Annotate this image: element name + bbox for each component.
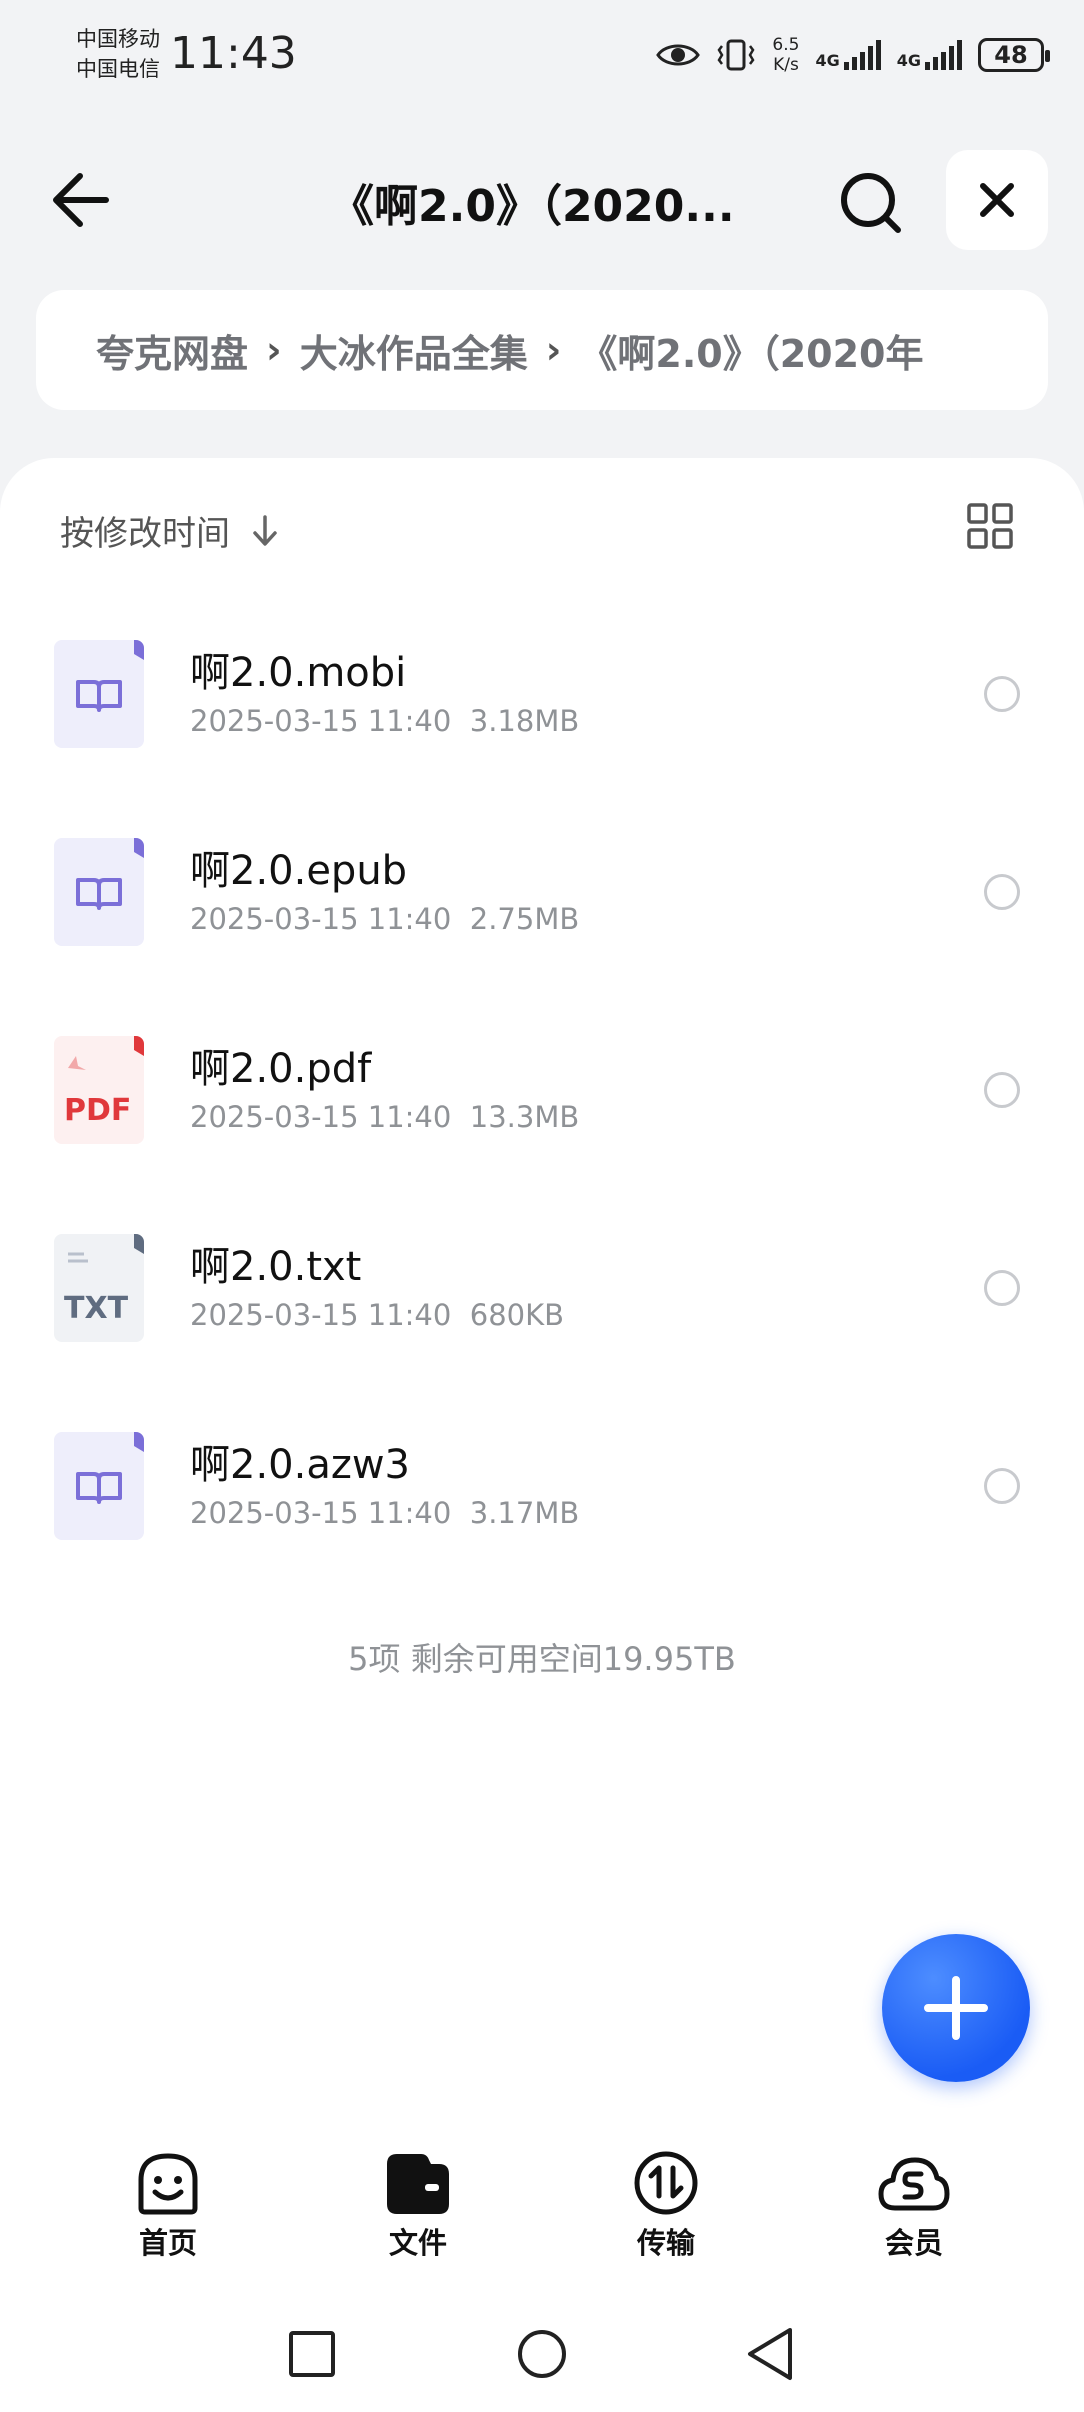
file-name: 啊2.0.azw3	[190, 1442, 410, 1488]
file-meta: 2025-03-15 11:40 2.75MB	[190, 902, 580, 936]
battery-indicator: 48	[978, 38, 1050, 72]
clock: 11:43	[170, 28, 297, 79]
close-icon	[980, 183, 1014, 217]
select-checkbox[interactable]	[984, 1468, 1020, 1504]
plus-icon	[924, 1976, 988, 2040]
breadcrumb-item-current[interactable]: 《啊2.0》（2020年	[579, 323, 923, 378]
cloud-s-icon	[878, 2157, 950, 2211]
chevron-right-icon: ›	[545, 328, 562, 372]
txt-file-icon: TXT	[54, 1234, 144, 1342]
signal-1: 4G	[815, 40, 881, 70]
search-button[interactable]	[836, 168, 908, 240]
file-name: 啊2.0.pdf	[190, 1046, 372, 1092]
ebook-file-icon	[54, 838, 144, 946]
svg-text:PDF: PDF	[64, 1093, 131, 1128]
back-arrow-icon	[53, 173, 109, 227]
search-icon	[841, 173, 901, 233]
ebook-file-icon	[54, 1432, 144, 1540]
signal-2: 4G	[897, 40, 962, 70]
nav-label: 文件	[388, 2226, 447, 2260]
close-button[interactable]	[946, 150, 1048, 250]
svg-text:TXT: TXT	[64, 1291, 129, 1326]
carrier-1: 中国移动	[76, 27, 160, 51]
breadcrumb: 夸克网盘 › 大冰作品全集 › 《啊2.0》（2020年	[36, 290, 1048, 410]
file-list-panel: 按修改时间 啊2.0.mobi 2025-03-15 11:40 3.18MB …	[0, 458, 1084, 2412]
add-button[interactable]	[882, 1934, 1030, 2082]
carrier-2: 中国电信	[76, 57, 160, 81]
file-row[interactable]: 啊2.0.azw3 2025-03-15 11:40 3.17MB	[0, 1432, 1084, 1612]
nav-member[interactable]: 会员	[834, 2150, 994, 2262]
sort-button[interactable]: 按修改时间	[60, 506, 280, 555]
status-bar: 中国移动 中国电信 11:43 6.5 K/s 4G 4G 48	[0, 0, 1084, 110]
pdf-file-icon: PDF	[54, 1036, 144, 1144]
select-checkbox[interactable]	[984, 874, 1020, 910]
bottom-nav: 首页 文件 传输 会员	[0, 2150, 1084, 2280]
file-meta: 2025-03-15 11:40 680KB	[190, 1298, 565, 1332]
system-navigation	[0, 2320, 1084, 2390]
file-name: 啊2.0.epub	[190, 848, 408, 894]
file-name: 啊2.0.mobi	[190, 650, 407, 696]
nav-label: 传输	[636, 2226, 695, 2260]
file-row[interactable]: TXT 啊2.0.txt 2025-03-15 11:40 680KB	[0, 1234, 1084, 1414]
back-button[interactable]	[44, 168, 116, 232]
vibrate-icon	[717, 39, 755, 71]
back-triangle-icon[interactable]	[744, 2326, 796, 2382]
select-checkbox[interactable]	[984, 1270, 1020, 1306]
breadcrumb-item-root[interactable]: 夸克网盘	[96, 323, 248, 378]
file-meta: 2025-03-15 11:40 3.17MB	[190, 1496, 580, 1530]
signal-bars-icon	[843, 40, 881, 70]
transfer-icon	[634, 2151, 698, 2215]
ebook-file-icon	[54, 640, 144, 748]
file-meta: 2025-03-15 11:40 3.18MB	[190, 704, 580, 738]
smile-face-icon	[138, 2153, 198, 2215]
grid-view-icon[interactable]	[966, 502, 1014, 550]
file-row[interactable]: PDF 啊2.0.pdf 2025-03-15 11:40 13.3MB	[0, 1036, 1084, 1216]
home-circle-icon[interactable]	[516, 2328, 568, 2380]
carrier-labels: 中国移动 中国电信	[76, 24, 160, 84]
signal-bars-icon	[925, 40, 962, 70]
file-row[interactable]: 啊2.0.mobi 2025-03-15 11:40 3.18MB	[0, 640, 1084, 820]
arrow-down-icon	[253, 514, 277, 546]
nav-home[interactable]: 首页	[88, 2150, 248, 2262]
select-checkbox[interactable]	[984, 1072, 1020, 1108]
file-name: 啊2.0.txt	[190, 1244, 362, 1290]
file-meta: 2025-03-15 11:40 13.3MB	[190, 1100, 580, 1134]
eye-icon	[656, 44, 701, 66]
nav-transfer[interactable]: 传输	[586, 2150, 746, 2262]
nav-label: 会员	[884, 2226, 943, 2260]
net-speed: 6.5 K/s	[772, 35, 800, 75]
top-bar: 《啊2.0》（2020...	[0, 140, 1084, 260]
file-row[interactable]: 啊2.0.epub 2025-03-15 11:40 2.75MB	[0, 838, 1084, 1018]
page-title: 《啊2.0》（2020...	[330, 181, 735, 232]
breadcrumb-item-folder[interactable]: 大冰作品全集	[300, 323, 528, 378]
nav-files[interactable]: 文件	[338, 2150, 498, 2262]
sort-label: 按修改时间	[60, 514, 230, 554]
select-checkbox[interactable]	[984, 676, 1020, 712]
status-icons: 6.5 K/s 4G 4G 48	[656, 30, 1050, 80]
storage-summary: 5项 剩余可用空间19.95TB	[348, 1640, 736, 1678]
wallet-folder-icon	[387, 2154, 449, 2214]
recent-apps-icon[interactable]	[288, 2330, 336, 2378]
nav-label: 首页	[138, 2226, 197, 2260]
chevron-right-icon: ›	[266, 328, 282, 372]
